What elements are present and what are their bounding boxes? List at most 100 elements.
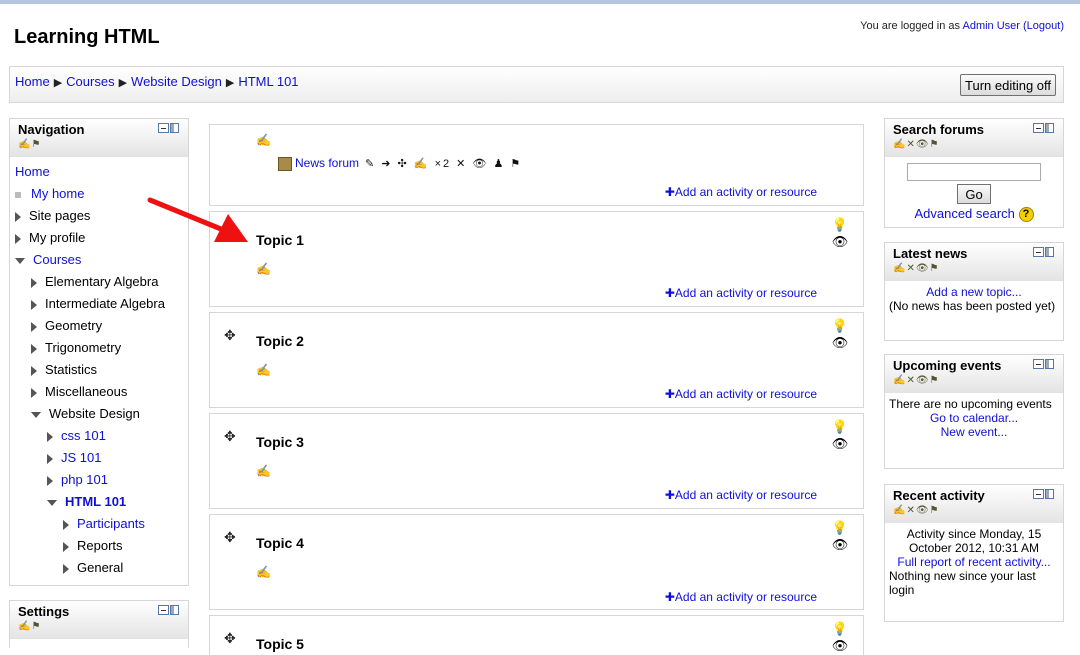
advanced-search-link[interactable]: Advanced search <box>914 206 1014 221</box>
topic-title: Topic 1 <box>256 232 304 248</box>
edit-summary-icon[interactable]: ✍ <box>256 464 271 478</box>
block-edit-icons[interactable]: ✍⚑ <box>18 621 180 632</box>
nav-item-label[interactable]: php 101 <box>61 472 108 487</box>
lightbulb-icon[interactable]: 💡 <box>831 620 849 637</box>
nav-item-label[interactable]: HTML 101 <box>65 494 126 509</box>
add-activity-link[interactable]: ✚Add an activity or resource <box>665 488 817 502</box>
expand-arrow-icon[interactable] <box>63 519 69 530</box>
breadcrumb-home[interactable]: Home <box>15 74 50 89</box>
lightbulb-icon[interactable]: 💡 <box>831 418 849 435</box>
nav-item[interactable]: Intermediate Algebra <box>10 293 188 315</box>
add-activity-link[interactable]: ✚Add an activity or resource <box>665 387 817 401</box>
expand-arrow-icon[interactable] <box>63 541 69 552</box>
nav-item[interactable]: Website Design <box>10 403 188 425</box>
expand-arrow-icon[interactable] <box>31 321 37 332</box>
collapse-arrow-icon[interactable] <box>47 499 57 506</box>
news-forum-link[interactable]: News forum <box>295 156 359 170</box>
nav-item-label[interactable]: JS 101 <box>61 450 101 465</box>
expand-arrow-icon[interactable] <box>31 365 37 376</box>
nav-item[interactable]: HTML 101 <box>10 491 188 513</box>
add-activity-link[interactable]: ✚Add an activity or resource <box>665 185 817 199</box>
add-new-topic-link[interactable]: Add a new topic... <box>926 285 1021 299</box>
new-event-link[interactable]: New event... <box>941 425 1008 439</box>
expand-arrow-icon[interactable] <box>63 563 69 574</box>
block-edit-icons[interactable]: ✍✕👁⚑ <box>893 505 1055 516</box>
edit-summary-icon[interactable]: ✍ <box>256 133 271 147</box>
lightbulb-icon[interactable]: 💡 <box>831 317 849 334</box>
move-icon[interactable]: ✥ <box>224 327 236 344</box>
expand-arrow-icon[interactable] <box>15 211 21 222</box>
edit-summary-icon[interactable]: ✍ <box>256 565 271 579</box>
nav-item[interactable]: Participants <box>10 513 188 535</box>
breadcrumb-courses[interactable]: Courses <box>66 74 114 89</box>
nav-item-label[interactable]: Courses <box>33 252 81 267</box>
collapse-arrow-icon[interactable] <box>15 257 25 264</box>
eye-icon[interactable]: 👁 <box>831 435 849 452</box>
nav-item[interactable]: Trigonometry <box>10 337 188 359</box>
nav-item[interactable]: Courses <box>10 249 188 271</box>
nav-item-label[interactable]: Participants <box>77 516 145 531</box>
block-dock-icon[interactable] <box>1033 489 1055 500</box>
go-button[interactable]: Go <box>957 184 991 204</box>
block-edit-icons[interactable]: ✍⚑ <box>18 139 180 150</box>
block-dock-icon[interactable] <box>1033 247 1055 258</box>
go-to-calendar-link[interactable]: Go to calendar... <box>930 411 1018 425</box>
block-dock-icon[interactable] <box>158 123 180 134</box>
expand-arrow-icon[interactable] <box>47 453 53 464</box>
turn-editing-off-button[interactable]: Turn editing off <box>960 74 1056 96</box>
nav-item[interactable]: Geometry <box>10 315 188 337</box>
add-activity-link[interactable]: ✚Add an activity or resource <box>665 286 817 300</box>
eye-icon[interactable]: 👁 <box>831 233 849 250</box>
breadcrumb-html-101[interactable]: HTML 101 <box>238 74 298 89</box>
nav-item[interactable]: Reports <box>10 535 188 557</box>
help-icon[interactable]: ? <box>1018 207 1034 223</box>
settings-title: Settings <box>18 604 70 619</box>
add-activity-link[interactable]: ✚Add an activity or resource <box>665 590 817 604</box>
lightbulb-icon[interactable]: 💡 <box>831 519 849 536</box>
edit-summary-icon[interactable]: ✍ <box>256 262 271 276</box>
block-edit-icons[interactable]: ✍✕👁⚑ <box>893 375 1055 386</box>
search-forums-input[interactable] <box>907 163 1041 181</box>
logout-link[interactable]: (Logout) <box>1023 20 1064 32</box>
nav-item[interactable]: php 101 <box>10 469 188 491</box>
edit-summary-icon[interactable]: ✍ <box>256 363 271 377</box>
eye-icon[interactable]: 👁 <box>831 637 849 654</box>
block-dock-icon[interactable] <box>1033 123 1055 134</box>
block-edit-icons[interactable]: ✍✕👁⚑ <box>893 263 1055 274</box>
full-report-link[interactable]: Full report of recent activity... <box>897 555 1050 569</box>
block-dock-icon[interactable] <box>1033 359 1055 370</box>
navbar: Home ▶ Courses ▶ Website Design ▶ HTML 101 Tur… <box>9 66 1064 103</box>
recent-activity-title: Recent activity <box>893 488 985 503</box>
expand-arrow-icon[interactable] <box>31 299 37 310</box>
upcoming-events-block: Upcoming events ✍✕👁⚑ There are no upcomi… <box>884 354 1064 469</box>
block-dock-icon[interactable] <box>158 605 180 616</box>
nav-item[interactable]: Elementary Algebra <box>10 271 188 293</box>
nav-item[interactable]: css 101 <box>10 425 188 447</box>
nav-item[interactable]: JS 101 <box>10 447 188 469</box>
expand-arrow-icon[interactable] <box>15 233 21 244</box>
nav-item[interactable]: General <box>10 557 188 579</box>
expand-arrow-icon[interactable] <box>47 431 53 442</box>
nav-item[interactable]: Home <box>10 161 188 183</box>
lightbulb-icon[interactable]: 💡 <box>831 216 849 233</box>
user-link[interactable]: Admin User <box>962 20 1019 32</box>
collapse-arrow-icon[interactable] <box>31 411 41 418</box>
nav-item-label[interactable]: My home <box>31 186 84 201</box>
block-edit-icons[interactable]: ✍✕👁⚑ <box>893 139 1055 150</box>
breadcrumb-website-design[interactable]: Website Design <box>131 74 222 89</box>
move-icon[interactable]: ✥ <box>224 428 236 445</box>
nav-item[interactable]: Miscellaneous <box>10 381 188 403</box>
eye-icon[interactable]: 👁 <box>831 334 849 351</box>
expand-arrow-icon[interactable] <box>31 387 37 398</box>
nav-item-label[interactable]: css 101 <box>61 428 106 443</box>
nav-item[interactable]: Statistics <box>10 359 188 381</box>
expand-arrow-icon[interactable] <box>47 475 53 486</box>
expand-arrow-icon[interactable] <box>31 277 37 288</box>
expand-arrow-icon[interactable] <box>31 343 37 354</box>
activity-edit-tools[interactable]: ✎ ➜ ✣ ✍ ×2 ✕ 👁 ♟ ⚑ <box>365 158 522 170</box>
nav-item-label[interactable]: Home <box>15 164 50 179</box>
breadcrumb: Home ▶ Courses ▶ Website Design ▶ HTML 101 <box>15 74 299 89</box>
eye-icon[interactable]: 👁 <box>831 536 849 553</box>
move-icon[interactable]: ✥ <box>224 529 236 546</box>
move-icon[interactable]: ✥ <box>224 630 236 647</box>
